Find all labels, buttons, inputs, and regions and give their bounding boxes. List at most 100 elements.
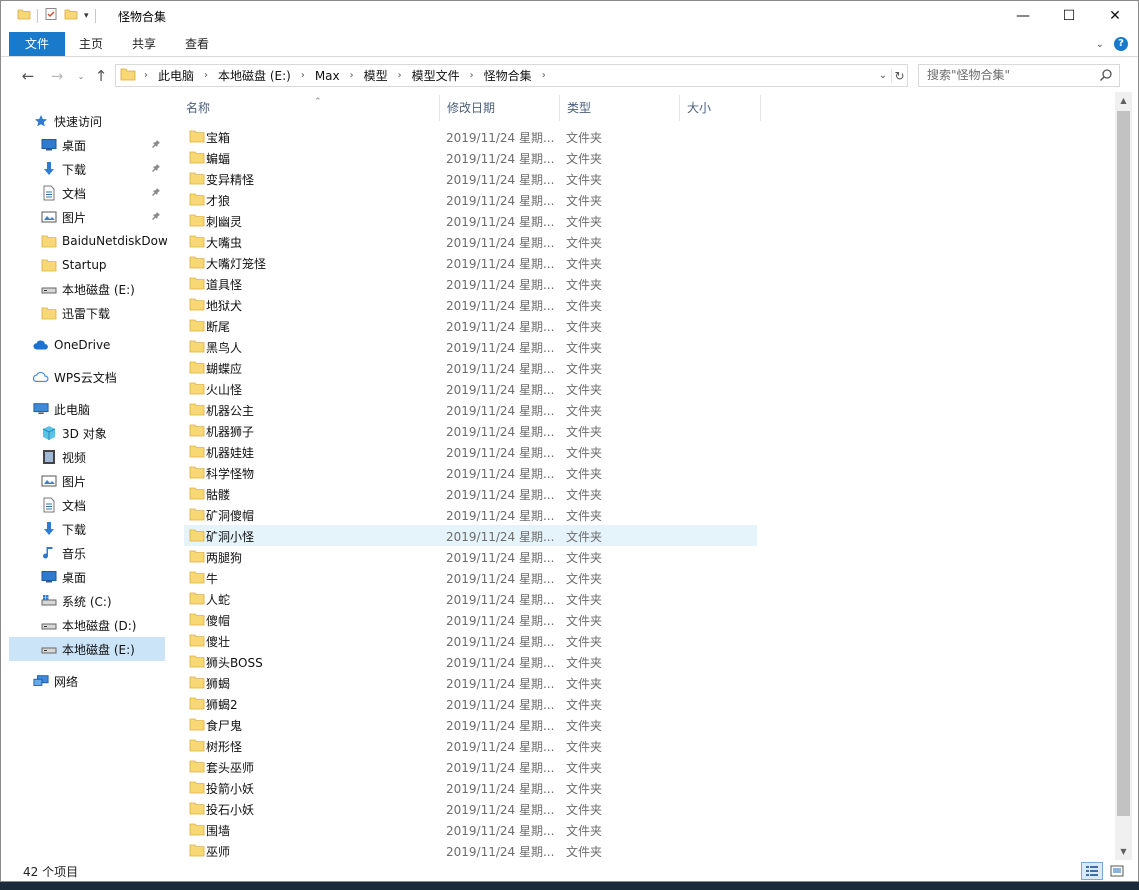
file-row[interactable]: 狮蝎 2019/11/24 星期... 文件夹 <box>184 672 757 693</box>
file-row[interactable]: 人蛇 2019/11/24 星期... 文件夹 <box>184 588 757 609</box>
sidebar-item[interactable]: WPS云文档 <box>1 365 165 389</box>
pin-icon[interactable] <box>151 163 161 176</box>
vertical-scrollbar[interactable]: ▲ ▼ <box>1115 92 1132 860</box>
tab-view[interactable]: 查看 <box>178 32 216 56</box>
sidebar-item[interactable]: 快速访问 <box>1 109 165 133</box>
sidebar-item[interactable]: 文档 <box>1 493 165 517</box>
file-row[interactable]: 食尸鬼 2019/11/24 星期... 文件夹 <box>184 714 757 735</box>
large-icons-view-icon[interactable] <box>1106 862 1128 880</box>
pin-icon[interactable] <box>151 139 161 152</box>
sidebar-item[interactable]: 3D 对象 <box>1 421 165 445</box>
column-header-type[interactable]: 类型 <box>559 95 680 121</box>
expand-ribbon-icon[interactable]: ⌄ <box>1096 39 1104 50</box>
file-row[interactable]: 矿洞小怪 2019/11/24 星期... 文件夹 <box>184 525 757 546</box>
file-row[interactable]: 机器公主 2019/11/24 星期... 文件夹 <box>184 399 757 420</box>
file-row[interactable]: 牛 2019/11/24 星期... 文件夹 <box>184 567 757 588</box>
recent-locations-icon[interactable]: ⌄ <box>71 66 91 86</box>
sidebar-item[interactable]: 音乐 <box>1 541 165 565</box>
forward-arrow-icon[interactable]: → <box>47 66 67 86</box>
details-view-icon[interactable] <box>1081 862 1103 880</box>
breadcrumb-drive-e[interactable]: 本地磁盘 (E:) <box>218 67 291 84</box>
file-row[interactable]: 巫师 2019/11/24 星期... 文件夹 <box>184 840 757 861</box>
file-row[interactable]: 大嘴虫 2019/11/24 星期... 文件夹 <box>184 231 757 252</box>
sidebar-item[interactable]: 下载 <box>1 517 165 541</box>
file-row[interactable]: 套头巫师 2019/11/24 星期... 文件夹 <box>184 756 757 777</box>
scroll-up-icon[interactable]: ▲ <box>1115 92 1132 109</box>
breadcrumb-max[interactable]: Max <box>315 69 340 83</box>
sidebar-item[interactable]: 下载 <box>1 157 165 181</box>
address-dropdown-icon[interactable]: ⌄ <box>875 70 891 81</box>
file-row[interactable]: 黑鸟人 2019/11/24 星期... 文件夹 <box>184 336 757 357</box>
refresh-icon[interactable]: ↻ <box>891 68 907 83</box>
file-row[interactable]: 机器狮子 2019/11/24 星期... 文件夹 <box>184 420 757 441</box>
scroll-down-icon[interactable]: ▼ <box>1115 843 1132 860</box>
up-arrow-icon[interactable]: ↑ <box>91 66 111 86</box>
breadcrumb-model-files[interactable]: 模型文件 <box>412 67 460 84</box>
file-row[interactable]: 傻壮 2019/11/24 星期... 文件夹 <box>184 630 757 651</box>
tab-share[interactable]: 共享 <box>125 32 163 56</box>
tab-file[interactable]: 文件 <box>9 32 65 56</box>
file-row[interactable]: 投箭小妖 2019/11/24 星期... 文件夹 <box>184 777 757 798</box>
column-header-size[interactable]: 大小 <box>679 95 761 121</box>
file-row[interactable]: 断尾 2019/11/24 星期... 文件夹 <box>184 315 757 336</box>
pin-icon[interactable] <box>151 187 161 200</box>
search-input[interactable]: 搜索"怪物合集" <box>918 64 1120 87</box>
sidebar-item[interactable]: 文档 <box>1 181 165 205</box>
search-icon[interactable] <box>1099 68 1113 89</box>
sidebar-item[interactable]: 图片 <box>1 205 165 229</box>
customize-dropdown-icon[interactable]: ▾ <box>84 11 89 21</box>
file-row[interactable]: 才狼 2019/11/24 星期... 文件夹 <box>184 189 757 210</box>
close-button[interactable]: ✕ <box>1092 1 1138 31</box>
sidebar-item[interactable]: 本地磁盘 (D:) <box>1 613 165 637</box>
properties-icon[interactable] <box>44 7 58 24</box>
file-row[interactable]: 树形怪 2019/11/24 星期... 文件夹 <box>184 735 757 756</box>
file-row[interactable]: 宝箱 2019/11/24 星期... 文件夹 <box>184 126 757 147</box>
sidebar-item[interactable]: 本地磁盘 (E:) <box>1 277 165 301</box>
file-row[interactable]: 科学怪物 2019/11/24 星期... 文件夹 <box>184 462 757 483</box>
column-header-name[interactable]: ⌃ 名称 <box>178 95 440 121</box>
sidebar-item[interactable]: 本地磁盘 (E:) <box>9 637 165 661</box>
breadcrumb-monster-collection[interactable]: 怪物合集 <box>484 67 532 84</box>
file-date: 2019/11/24 星期... <box>446 593 555 607</box>
file-row[interactable]: 刺幽灵 2019/11/24 星期... 文件夹 <box>184 210 757 231</box>
file-row[interactable]: 地狱犬 2019/11/24 星期... 文件夹 <box>184 294 757 315</box>
file-row[interactable]: 大嘴灯笼怪 2019/11/24 星期... 文件夹 <box>184 252 757 273</box>
file-row[interactable]: 火山怪 2019/11/24 星期... 文件夹 <box>184 378 757 399</box>
file-row[interactable]: 围墙 2019/11/24 星期... 文件夹 <box>184 819 757 840</box>
file-row[interactable]: 狮蝎2 2019/11/24 星期... 文件夹 <box>184 693 757 714</box>
sidebar-item[interactable]: 桌面 <box>1 133 165 157</box>
new-folder-icon[interactable] <box>64 7 78 24</box>
file-row[interactable]: 机器娃娃 2019/11/24 星期... 文件夹 <box>184 441 757 462</box>
sidebar-item[interactable]: 系统 (C:) <box>1 589 165 613</box>
sidebar-item[interactable]: BaiduNetdiskDow <box>1 229 167 253</box>
file-row[interactable]: 变异精怪 2019/11/24 星期... 文件夹 <box>184 168 757 189</box>
breadcrumb-models[interactable]: 模型 <box>364 67 388 84</box>
sidebar-item[interactable]: 网络 <box>1 669 165 693</box>
scrollbar-thumb[interactable] <box>1117 111 1130 816</box>
file-row[interactable]: 投石小妖 2019/11/24 星期... 文件夹 <box>184 798 757 819</box>
sidebar-item[interactable]: 桌面 <box>1 565 165 589</box>
file-row[interactable]: 蝙蝠 2019/11/24 星期... 文件夹 <box>184 147 757 168</box>
sidebar-item[interactable]: OneDrive <box>1 333 165 357</box>
file-row[interactable]: 骷髅 2019/11/24 星期... 文件夹 <box>184 483 757 504</box>
back-arrow-icon[interactable]: ← <box>18 66 38 86</box>
tab-home[interactable]: 主页 <box>73 32 109 56</box>
file-row[interactable]: 蝴蝶应 2019/11/24 星期... 文件夹 <box>184 357 757 378</box>
address-bar[interactable]: › 此电脑 › 本地磁盘 (E:) › Max › 模型 › 模型文件 › 怪物… <box>115 64 908 87</box>
help-icon[interactable]: ? <box>1114 37 1128 51</box>
breadcrumb-this-pc[interactable]: 此电脑 <box>158 67 194 84</box>
sidebar-item[interactable]: 此电脑 <box>1 397 165 421</box>
minimize-button[interactable]: — <box>1000 1 1046 31</box>
sidebar-item[interactable]: Startup <box>1 253 165 277</box>
file-row[interactable]: 道具怪 2019/11/24 星期... 文件夹 <box>184 273 757 294</box>
sidebar-item[interactable]: 迅雷下载 <box>1 301 165 325</box>
sidebar-item[interactable]: 图片 <box>1 469 165 493</box>
file-row[interactable]: 两腿狗 2019/11/24 星期... 文件夹 <box>184 546 757 567</box>
pin-icon[interactable] <box>151 211 161 224</box>
maximize-button[interactable]: ☐ <box>1046 1 1092 31</box>
column-header-date[interactable]: 修改日期 <box>439 95 560 121</box>
file-row[interactable]: 矿洞傻帽 2019/11/24 星期... 文件夹 <box>184 504 757 525</box>
sidebar-item[interactable]: 视频 <box>1 445 165 469</box>
file-row[interactable]: 傻帽 2019/11/24 星期... 文件夹 <box>184 609 757 630</box>
file-row[interactable]: 狮头BOSS 2019/11/24 星期... 文件夹 <box>184 651 757 672</box>
